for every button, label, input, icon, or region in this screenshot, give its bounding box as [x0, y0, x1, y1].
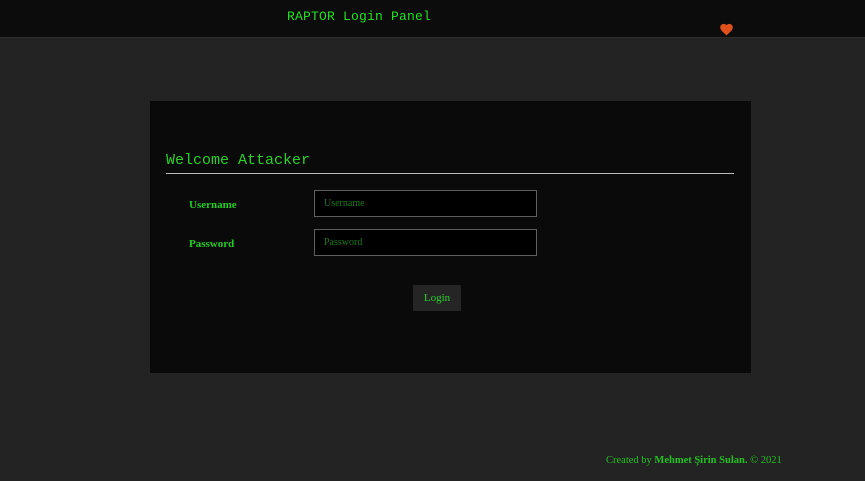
footer-copyright: © 2021 — [747, 455, 782, 466]
username-label: Username — [189, 199, 237, 211]
login-button[interactable]: Login — [413, 285, 461, 311]
heart-icon — [720, 23, 733, 36]
app-title: RAPTOR Login Panel — [287, 9, 432, 24]
login-panel: Welcome Attacker Username Password Login — [150, 101, 751, 373]
welcome-heading: Welcome Attacker — [166, 152, 311, 169]
top-bar: RAPTOR Login Panel — [0, 0, 865, 38]
password-label: Password — [189, 238, 235, 250]
heading-divider — [166, 173, 734, 174]
password-input[interactable] — [314, 229, 537, 256]
footer-credit: Created by Mehmet Şirin Sulan. © 2021 — [606, 455, 782, 466]
footer-author: Mehmet Şirin Sulan. — [654, 455, 748, 466]
username-input[interactable] — [314, 190, 537, 217]
footer-prefix: Created by — [606, 455, 655, 466]
